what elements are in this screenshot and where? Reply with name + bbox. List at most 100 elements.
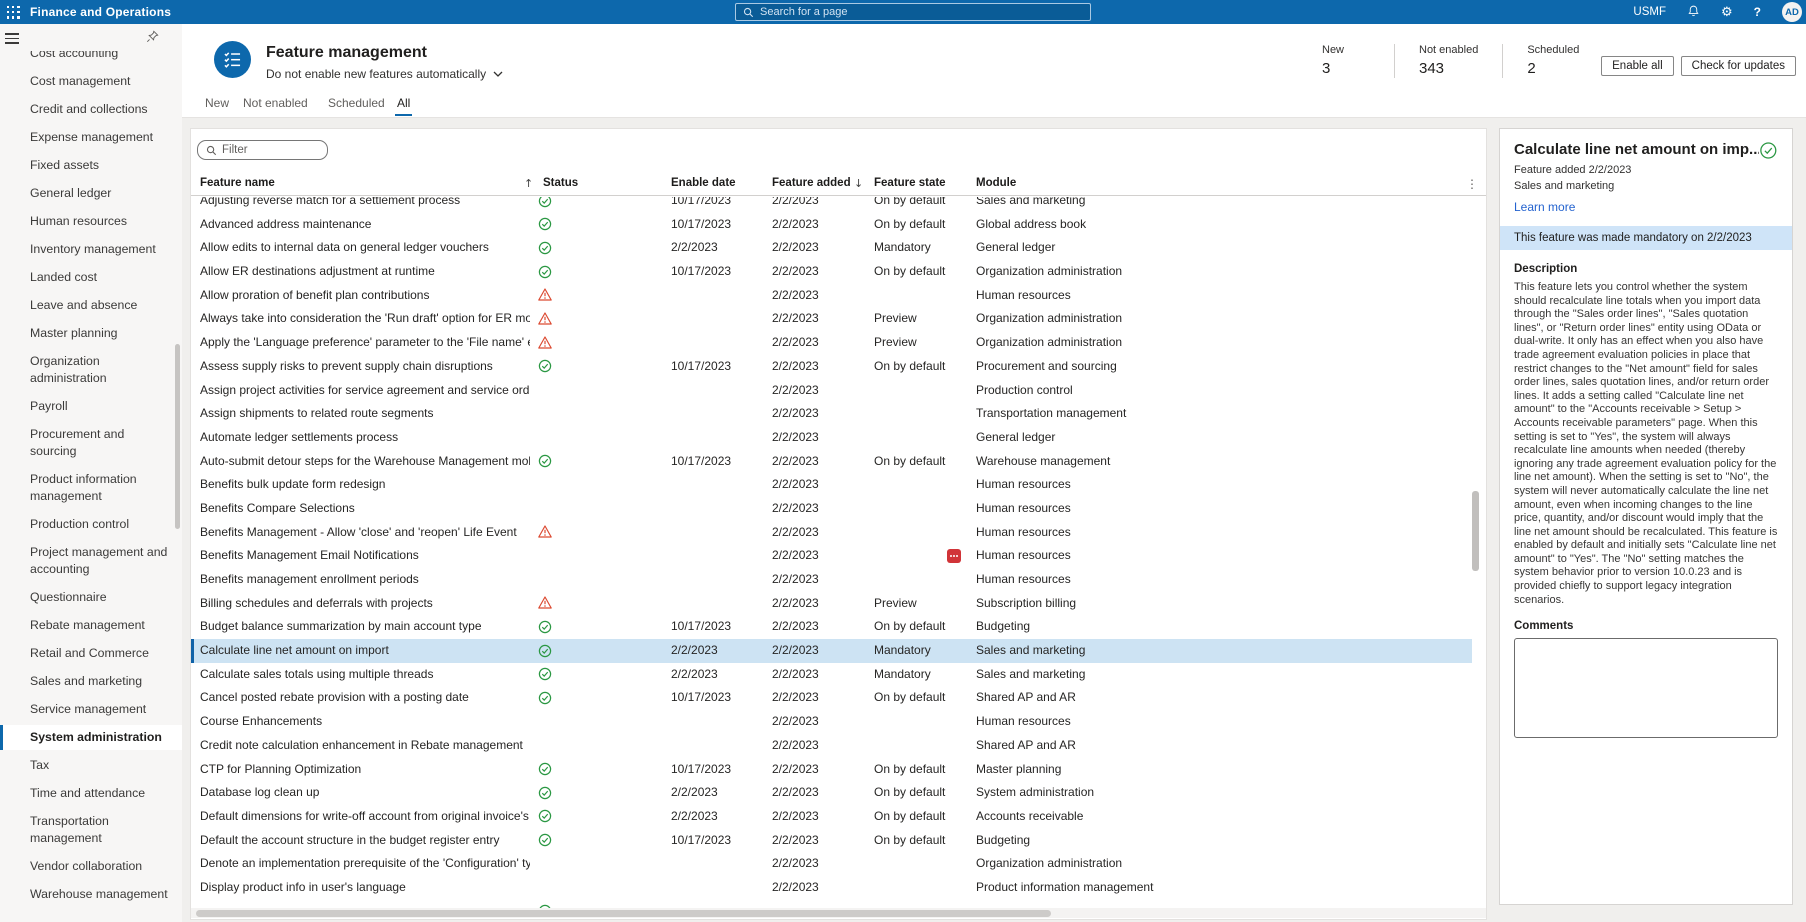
sidebar-item-inventory-management[interactable]: Inventory management [0, 241, 170, 258]
filter-input[interactable]: Filter [197, 140, 328, 160]
column-header-module[interactable]: Module [976, 177, 1016, 189]
table-row[interactable]: Benefits Compare Selections2/2/2023Human… [191, 497, 1472, 521]
sidebar-item-organization-administration[interactable]: Organization administration [0, 353, 170, 387]
user-avatar[interactable]: AD [1782, 2, 1802, 22]
column-header-feature-name[interactable]: Feature name [200, 177, 275, 189]
table-row[interactable]: Cancel posted rebate provision with a po… [191, 686, 1472, 710]
table-row[interactable] [191, 900, 1472, 908]
table-row[interactable]: Default dimensions for write-off account… [191, 805, 1472, 829]
global-search-input[interactable]: Search for a page [735, 3, 1091, 21]
pin-icon[interactable] [146, 30, 159, 48]
tab-new[interactable]: New [205, 96, 229, 116]
row-feature-name: Assess supply risks to prevent supply ch… [200, 355, 530, 379]
row-feature-added: 2/2/2023 [772, 805, 867, 829]
table-row[interactable]: Allow ER destinations adjustment at runt… [191, 260, 1472, 284]
sidebar-item-payroll[interactable]: Payroll [0, 398, 170, 415]
enable-all-button[interactable]: Enable all [1601, 56, 1674, 76]
sidebar-item-warehouse-management[interactable]: Warehouse management [0, 886, 170, 903]
table-row[interactable]: Benefits management enrollment periods2/… [191, 568, 1472, 592]
table-row[interactable]: Benefits Management - Allow 'close' and … [191, 521, 1472, 545]
sidebar-item-service-management[interactable]: Service management [0, 701, 170, 718]
sidebar-item-master-planning[interactable]: Master planning [0, 325, 170, 342]
table-row[interactable]: Course Enhancements2/2/2023Human resourc… [191, 710, 1472, 734]
column-header-feature-state[interactable]: Feature state [874, 177, 946, 189]
page-header: Feature management Do not enable new fea… [182, 24, 1806, 90]
sidebar-item-procurement-and-sourcing[interactable]: Procurement and sourcing [0, 426, 170, 460]
help-icon[interactable]: ? [1754, 5, 1761, 19]
sidebar-item-vendor-collaboration[interactable]: Vendor collaboration [0, 858, 170, 875]
grid-vertical-scrollbar[interactable] [1472, 491, 1479, 571]
table-row[interactable]: Calculate line net amount on import2/2/2… [191, 639, 1472, 663]
sidebar-scrollbar[interactable] [175, 344, 180, 529]
auto-enable-dropdown[interactable]: Do not enable new features automatically [266, 67, 503, 81]
table-row[interactable]: Apply the 'Language preference' paramete… [191, 331, 1472, 355]
table-row[interactable]: Budget balance summarization by main acc… [191, 615, 1472, 639]
row-feature-added: 2/2/2023 [772, 544, 867, 568]
table-row[interactable]: Benefits bulk update form redesign2/2/20… [191, 473, 1472, 497]
table-row[interactable]: Calculate sales totals using multiple th… [191, 663, 1472, 687]
sidebar-item-cost-management[interactable]: Cost management [0, 73, 170, 90]
table-row[interactable]: Billing schedules and deferrals with pro… [191, 592, 1472, 616]
company-selector[interactable]: USMF [1633, 6, 1666, 18]
table-row[interactable]: Database log clean up2/2/20232/2/2023On … [191, 781, 1472, 805]
sidebar-item-retail-and-commerce[interactable]: Retail and Commerce [0, 645, 170, 662]
table-row[interactable]: Benefits Management Email Notifications 2… [191, 544, 1472, 568]
sidebar-item-expense-management[interactable]: Expense management [0, 129, 170, 146]
sidebar-item-general-ledger[interactable]: General ledger [0, 185, 170, 202]
settings-gear-icon[interactable]: ⚙ [1721, 6, 1733, 19]
comments-input[interactable] [1514, 638, 1778, 738]
row-enable-date [671, 568, 766, 592]
tab-scheduled[interactable]: Scheduled [328, 96, 385, 116]
sidebar-item-cost-accounting[interactable]: Cost accounting [0, 51, 170, 62]
grid-horizontal-scrollbar[interactable] [191, 908, 1486, 918]
table-row[interactable]: Auto-submit detour steps for the Warehou… [191, 450, 1472, 474]
sidebar-item-project-management-and-accounting[interactable]: Project management and accounting [0, 544, 170, 578]
sidebar-item-fixed-assets[interactable]: Fixed assets [0, 157, 170, 174]
table-row[interactable]: Credit note calculation enhancement in R… [191, 734, 1472, 758]
check-for-updates-button[interactable]: Check for updates [1681, 56, 1796, 76]
learn-more-link[interactable]: Learn more [1514, 200, 1575, 214]
table-row[interactable]: Advanced address maintenance10/17/20232/… [191, 213, 1472, 237]
sidebar-item-production-control[interactable]: Production control [0, 516, 170, 533]
tab-all[interactable]: All [397, 96, 410, 116]
sidebar-item-product-information-management[interactable]: Product information management [0, 471, 170, 505]
sidebar-item-rebate-management[interactable]: Rebate management [0, 617, 170, 634]
sort-descending-icon[interactable]: ↓ [854, 177, 863, 190]
notifications-bell-icon[interactable] [1687, 4, 1700, 21]
table-row[interactable]: Assign shipments to related route segmen… [191, 402, 1472, 426]
sidebar-item-questionnaire[interactable]: Questionnaire [0, 589, 170, 606]
table-row[interactable]: Display product info in user's language2… [191, 876, 1472, 900]
sort-ascending-icon[interactable]: ↑ [524, 177, 533, 190]
status-check-icon [538, 454, 552, 468]
table-row[interactable]: Allow proration of benefit plan contribu… [191, 284, 1472, 308]
table-row[interactable]: Allow edits to internal data on general … [191, 236, 1472, 260]
table-row[interactable]: Assess supply risks to prevent supply ch… [191, 355, 1472, 379]
sidebar-item-tax[interactable]: Tax [0, 757, 170, 774]
table-row[interactable]: Default the account structure in the bud… [191, 829, 1472, 853]
sidebar-item-landed-cost[interactable]: Landed cost [0, 269, 170, 286]
sidebar-item-credit-and-collections[interactable]: Credit and collections [0, 101, 170, 118]
tab-not-enabled[interactable]: Not enabled [243, 96, 308, 116]
table-row[interactable]: CTP for Planning Optimization10/17/20232… [191, 758, 1472, 782]
row-module: Organization administration [976, 307, 1276, 331]
sidebar-item-sales-and-marketing[interactable]: Sales and marketing [0, 673, 170, 690]
table-row[interactable]: Adjusting reverse match for a settlement… [191, 197, 1472, 213]
table-row[interactable]: Always take into consideration the 'Run … [191, 307, 1472, 331]
sidebar-item-human-resources[interactable]: Human resources [0, 213, 170, 230]
column-header-feature-added[interactable]: Feature added [772, 177, 851, 189]
column-options-icon[interactable]: ⋮ [1466, 177, 1478, 191]
table-row[interactable]: Denote an implementation prerequisite of… [191, 852, 1472, 876]
sidebar-item-system-administration[interactable]: System administration [0, 725, 182, 750]
column-header-status[interactable]: Status [543, 177, 578, 189]
hamburger-menu-icon[interactable] [5, 33, 19, 47]
sidebar-item-leave-and-absence[interactable]: Leave and absence [0, 297, 170, 314]
row-feature-state: Preview [874, 592, 974, 616]
row-feature-name: Benefits Management Email Notifications [200, 544, 530, 568]
table-row[interactable]: Assign project activities for service ag… [191, 379, 1472, 403]
sidebar-item-time-and-attendance[interactable]: Time and attendance [0, 785, 170, 802]
column-header-enable-date[interactable]: Enable date [671, 177, 736, 189]
table-row[interactable]: Automate ledger settlements process2/2/2… [191, 426, 1472, 450]
sidebar-item-transportation-management[interactable]: Transportation management [0, 813, 170, 847]
app-launcher-waffle-icon[interactable] [7, 6, 20, 19]
tab-bar: New Not enabled Scheduled All [182, 90, 1806, 118]
